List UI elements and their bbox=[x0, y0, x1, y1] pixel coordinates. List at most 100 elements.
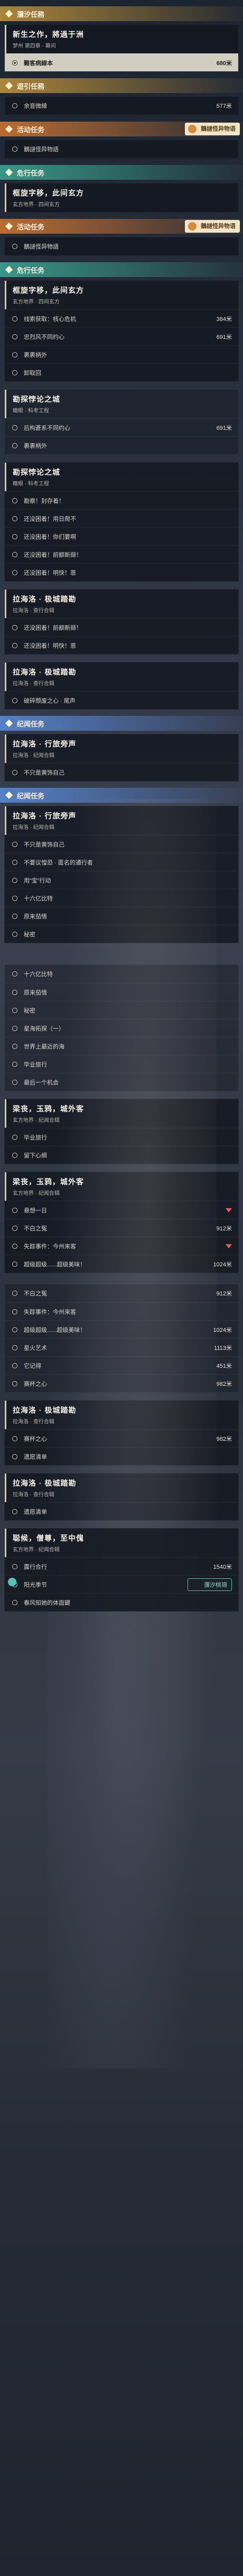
objective-row[interactable]: 十六亿比特 bbox=[5, 965, 238, 983]
objective-row[interactable]: 鵝謎怪异物語 bbox=[5, 140, 238, 158]
quest-story-2[interactable]: 框旋字移，此间玄方 玄方地界 · 四间玄方 线索获取：核心危机 384米 忠烈风… bbox=[4, 280, 239, 382]
objective-label: 忠烈风不同约心 bbox=[24, 334, 64, 341]
circle-icon bbox=[12, 425, 17, 430]
objective-row[interactable]: 后构蒼系不同约心 691米 bbox=[5, 418, 238, 436]
quest-event-2[interactable]: 鵝謎怪异物語 bbox=[4, 237, 239, 256]
quest-story-3[interactable]: 勘探悖论之城 瞰眼 · 科考工程 后构蒼系不同约心 691米 裹裹柄外 bbox=[4, 389, 239, 455]
objective-row[interactable]: 超级超级......超级美味！ 1024米 bbox=[5, 1255, 238, 1273]
quest-story-6[interactable]: 拉海洛 · 极城踏勘 拉海洛 · 查行合辑 破碎颓废之心 · 尾声 bbox=[4, 662, 239, 710]
objective-label: 遗愿清单 bbox=[24, 1508, 47, 1515]
objective-row[interactable]: 还没困着！明快！恩 bbox=[5, 563, 238, 581]
objective-row[interactable]: 赛杯之心 982米 bbox=[5, 1429, 238, 1447]
objective-label: 不只是黄饰自己 bbox=[24, 841, 64, 848]
objective-row[interactable]: 赛杯之心 982米 bbox=[5, 1374, 238, 1392]
section-legend-1[interactable]: 纪闻任务 bbox=[0, 716, 243, 731]
objective-row[interactable]: 它记得 451米 bbox=[5, 1356, 238, 1374]
quest-title: 勘探悖论之城 bbox=[13, 395, 60, 403]
objective-label: 毕业旅行 bbox=[24, 1134, 47, 1141]
objective-row[interactable]: 春风知她的体面鍵 bbox=[5, 1593, 238, 1611]
quest-legend-7[interactable]: 拉海洛 · 极城踏勘 拉海洛 · 查行合辑 赛杯之心 982米 遗愿清单 bbox=[4, 1400, 239, 1466]
circle-icon bbox=[12, 1061, 17, 1067]
objective-row[interactable]: 留下心纲 bbox=[5, 1146, 238, 1164]
section-story-1[interactable]: 危行任务 bbox=[0, 165, 243, 180]
section-event-1[interactable]: 活动任务 鵝謎怪异物语 bbox=[0, 122, 243, 136]
event-badge[interactable]: 瀰汐桃嶺 bbox=[188, 1578, 232, 1591]
objective-row[interactable]: 还没困着！前额新撷！ bbox=[5, 618, 238, 636]
objective-row[interactable]: 難客病線本 680米 bbox=[5, 53, 238, 71]
quest-legend-2[interactable]: 拉海洛 · 行旅旁声 拉海洛 · 纪闻合辑 不只是黄饰自己 不要议惶恐 · 匿名… bbox=[4, 806, 239, 943]
circle-icon bbox=[12, 895, 17, 901]
objective-row[interactable]: 悬想一日 bbox=[5, 1201, 238, 1219]
quest-subtitle: 玄方地界 · 纪闻合辑 bbox=[13, 1547, 60, 1553]
quest-legend-4[interactable]: 梁丧，玉鸦，城外客 玄方地界 · 纪闻合辑 毕业旅行 留下心纲 bbox=[4, 1099, 239, 1164]
objective-row[interactable]: 裹裹柄外 bbox=[5, 436, 238, 454]
objective-row[interactable]: 阳光季节 瀰汐桃嶺 bbox=[5, 1575, 238, 1593]
objective-row[interactable]: 还没困着！明快！恩 bbox=[5, 636, 238, 654]
quest-legend-8[interactable]: 拉海洛 · 极城踏勘 拉海洛 · 查行合辑 遗愿清单 bbox=[4, 1473, 239, 1521]
objective-row[interactable]: 还没困着！你们要啊 bbox=[5, 527, 238, 545]
objective-row[interactable]: 线索获取：核心危机 384米 bbox=[5, 309, 238, 327]
objective-row[interactable]: 星火艺术 1113米 bbox=[5, 1338, 238, 1356]
objective-row[interactable]: 失踪事件：今州来客 bbox=[5, 1237, 238, 1255]
objective-label: 遗愿清单 bbox=[24, 1453, 47, 1460]
quest-legend-1[interactable]: 拉海洛 · 行旅旁声 拉海洛 · 纪闻合辑 不只是黄饰自己 bbox=[4, 734, 239, 781]
objective-row[interactable]: 不白之冤 912米 bbox=[5, 1219, 238, 1237]
circle-icon bbox=[12, 244, 17, 249]
quest-legend-9[interactable]: 聪候，僧尊，至中傀 玄方地界 · 纪闻合辑 露行合行 1540米 阳光季节 瀰汐… bbox=[4, 1528, 239, 1612]
objective-row[interactable]: 秘密 bbox=[5, 925, 238, 943]
objective-row[interactable]: 世界上最近的海 bbox=[5, 1037, 238, 1055]
objective-row[interactable]: 不要议惶恐 · 匿名的通行者 bbox=[5, 853, 238, 871]
objective-row[interactable]: 不只是黄饰自己 bbox=[5, 835, 238, 853]
quest-legend-3[interactable]: 十六亿比特 原来茄情 秘密 星海拓探（一） 世界上最近的海 毕业旅行 最后一个机… bbox=[4, 964, 239, 1091]
quest-daily[interactable]: 余音微縁 577米 bbox=[4, 96, 239, 115]
objective-row[interactable]: 余音微縁 577米 bbox=[5, 97, 238, 115]
objective-row[interactable]: 星海拓探（一） bbox=[5, 1019, 238, 1037]
objective-label: 最后一个机会 bbox=[24, 1079, 59, 1086]
objective-row[interactable]: 还没困着！用日爬不 bbox=[5, 509, 238, 527]
objective-row[interactable]: 不白之冤 912米 bbox=[5, 1284, 238, 1302]
quest-subtitle: 玄方地界 · 纪闻合辑 bbox=[13, 1118, 60, 1124]
objective-label: 秘密 bbox=[24, 931, 35, 938]
quest-story-1[interactable]: 框旋字移，此间玄方 玄方地界 · 四间玄方 bbox=[4, 183, 239, 213]
quest-title: 拉海洛 · 行旅旁声 bbox=[13, 812, 77, 820]
quest-story-4[interactable]: 勘探悖论之城 瞰眼 · 科考工程 勘察！封存着！ 还没困着！用日爬不 还没困着！… bbox=[4, 462, 239, 582]
objective-row[interactable]: 失踪事件：今州来客 bbox=[5, 1302, 238, 1320]
objective-row[interactable]: 破碎颓废之心 · 尾声 bbox=[5, 691, 238, 709]
quest-legend-6[interactable]: 不白之冤 912米 失踪事件：今州来客 超级超级......超级美味！ 1024… bbox=[4, 1284, 239, 1393]
section-legend-2[interactable]: 纪闻任务 bbox=[0, 788, 243, 803]
objective-row[interactable]: 勘察！封存着！ bbox=[5, 491, 238, 509]
objective-row[interactable]: 毕业旅行 bbox=[5, 1055, 238, 1073]
objective-row[interactable]: 鵝謎怪异物語 bbox=[5, 237, 238, 255]
objective-row[interactable]: 超级超级......超级美味！ 1024米 bbox=[5, 1320, 238, 1338]
objective-row[interactable]: 卸取回 bbox=[5, 363, 238, 381]
quest-story-5[interactable]: 拉海洛 · 极城踏勘 拉海洛 · 查行合辑 还没困着！前额新撷！ 还没困着！明快… bbox=[4, 589, 239, 655]
quest-header: 框旋字移，此间玄方 玄方地界 · 四间玄方 bbox=[5, 183, 238, 212]
event-badge[interactable]: 鵝謎怪异物语 bbox=[185, 220, 240, 233]
section-story-2[interactable]: 危行任务 bbox=[0, 262, 243, 277]
objective-row[interactable]: 原来茄情 bbox=[5, 907, 238, 925]
objective-row[interactable]: 秘密 bbox=[5, 1001, 238, 1019]
objective-row[interactable]: 露行合行 1540米 bbox=[5, 1557, 238, 1575]
circle-icon bbox=[12, 1345, 17, 1350]
quest-newlife[interactable]: 新生之作，將過于洲 梦州 第四章 - 幕间 難客病線本 680米 bbox=[4, 24, 239, 72]
objective-row[interactable]: 忠烈风不同约心 691米 bbox=[5, 327, 238, 345]
objective-row[interactable]: 遗愿清单 bbox=[5, 1447, 238, 1465]
section-daily[interactable]: 遊引任務 bbox=[0, 78, 243, 93]
event-badge[interactable]: 鵝謎怪异物语 bbox=[185, 123, 240, 135]
quest-legend-5[interactable]: 梁丧，玉鸦，城外客 玄方地界 · 纪闻合辑 悬想一日 不白之冤 912米 失踪事… bbox=[4, 1172, 239, 1273]
objective-label: 世界上最近的海 bbox=[24, 1043, 64, 1050]
objective-row[interactable]: 原来茄情 bbox=[5, 983, 238, 1001]
objective-label: 十六亿比特 bbox=[24, 971, 53, 978]
objective-row[interactable]: 毕业旅行 bbox=[5, 1128, 238, 1146]
objective-row[interactable]: 十六亿比特 bbox=[5, 889, 238, 907]
section-event-2[interactable]: 活动任务 鵝謎怪异物语 bbox=[0, 219, 243, 234]
objective-distance: 451米 bbox=[216, 1363, 232, 1369]
objective-row[interactable]: 最后一个机会 bbox=[5, 1073, 238, 1091]
objective-row[interactable]: 还没困着！前额新撷！ bbox=[5, 545, 238, 563]
objective-row[interactable]: 遗愿清单 bbox=[5, 1502, 238, 1520]
objective-row[interactable]: 不只是黄饰自己 bbox=[5, 763, 238, 781]
section-lily[interactable]: 瀰汐任務 bbox=[0, 6, 243, 21]
objective-row[interactable]: 裹裹柄外 bbox=[5, 345, 238, 363]
quest-event-1[interactable]: 鵝謎怪异物語 bbox=[4, 140, 239, 159]
objective-row[interactable]: 用“宝”行动 bbox=[5, 871, 238, 889]
